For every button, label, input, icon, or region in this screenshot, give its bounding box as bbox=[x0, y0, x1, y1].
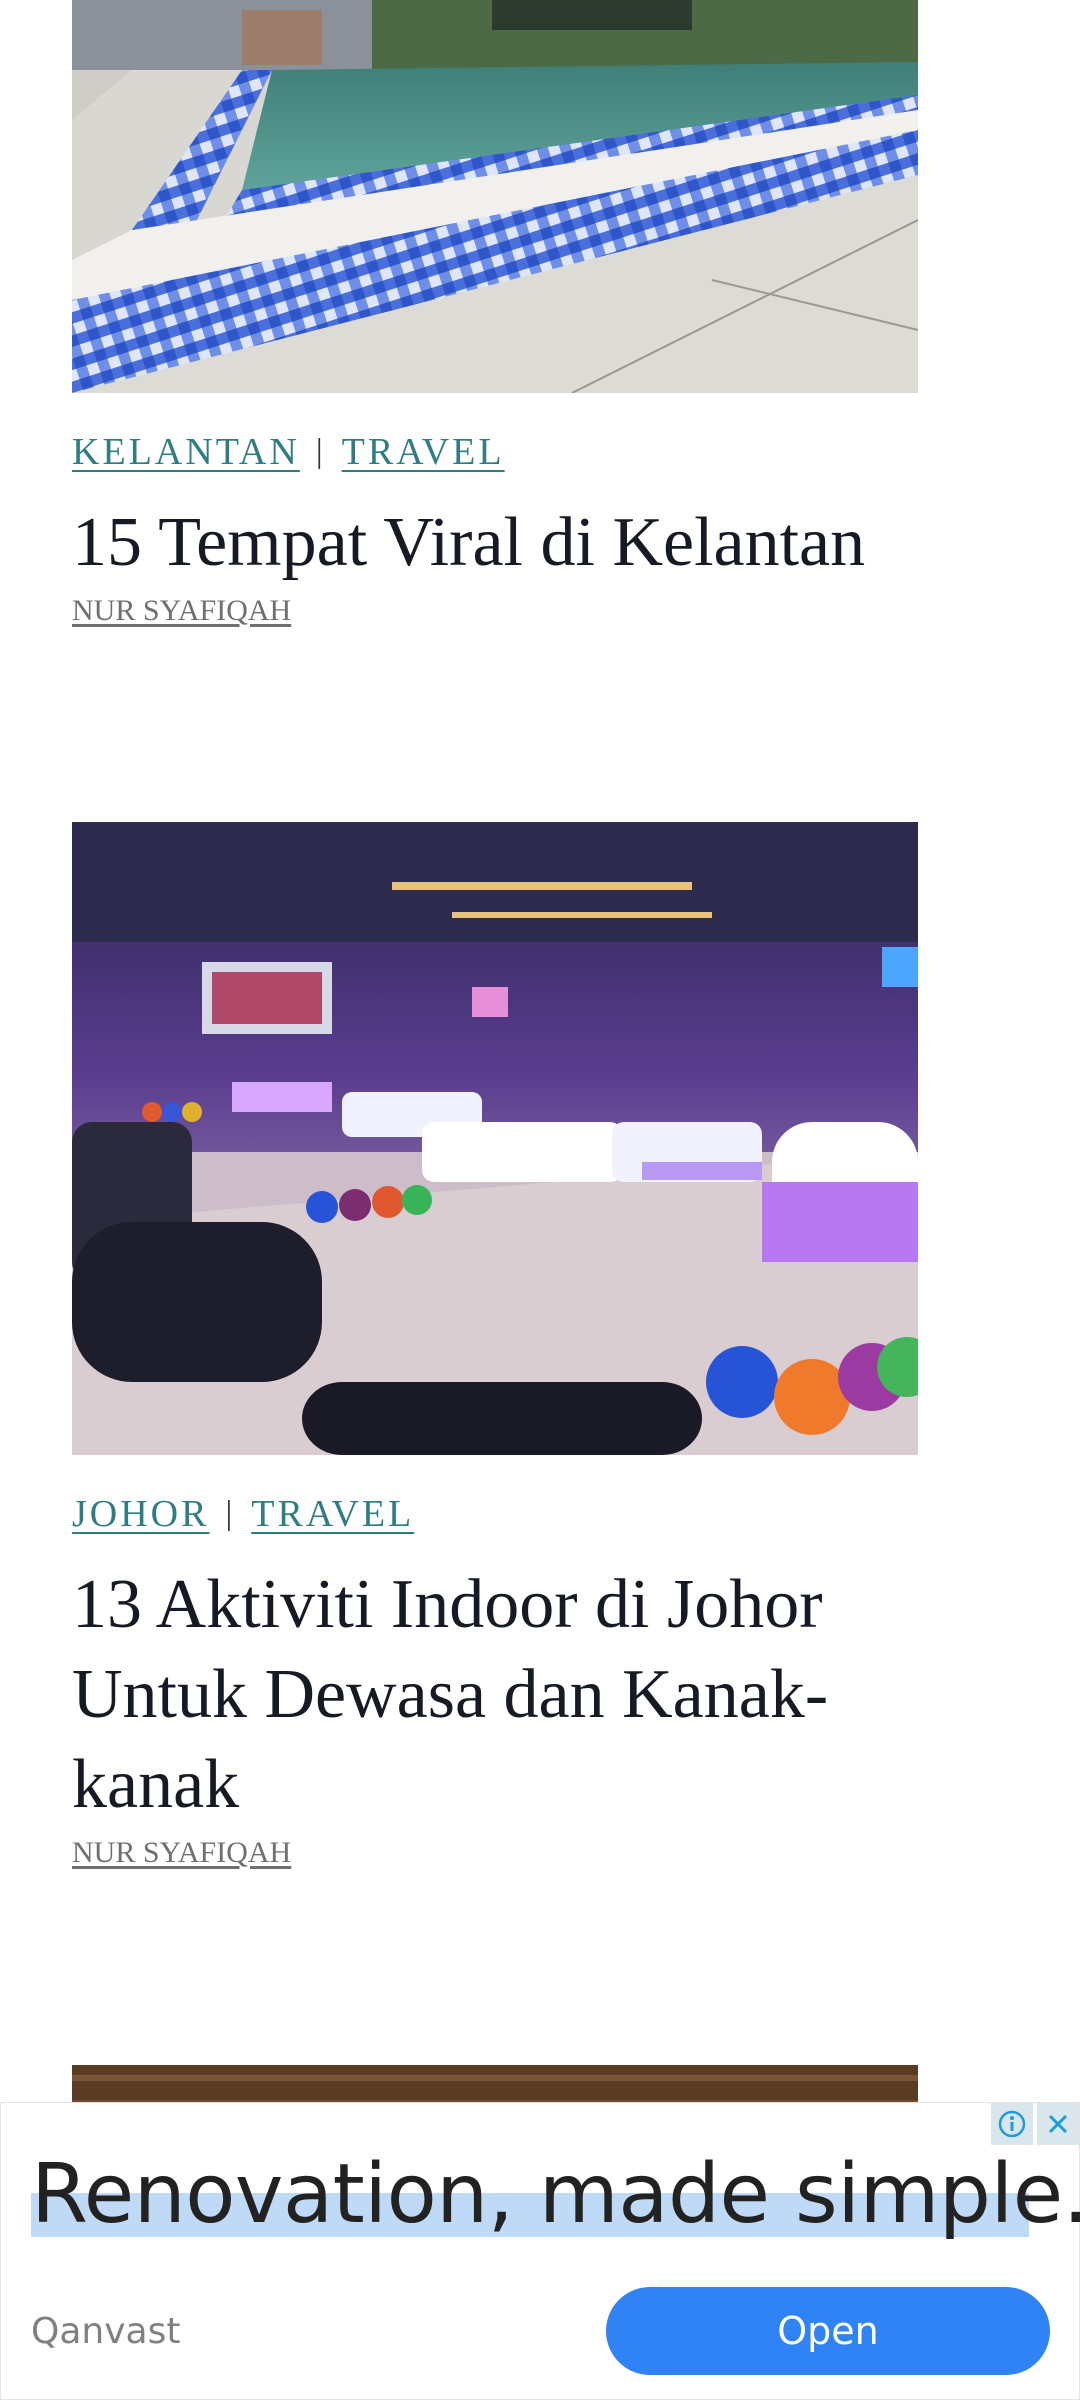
article-categories: KELANTAN | TRAVEL bbox=[72, 430, 505, 474]
category-link-travel[interactable]: TRAVEL bbox=[251, 1492, 414, 1536]
category-link-kelantan[interactable]: KELANTAN bbox=[72, 430, 300, 474]
category-separator: | bbox=[225, 1495, 236, 1532]
close-icon[interactable] bbox=[1037, 2103, 1079, 2145]
category-separator: | bbox=[315, 433, 326, 470]
ad-banner[interactable]: Renovation, made simple. Qanvast Open bbox=[0, 2102, 1080, 2400]
article-image-bowling[interactable] bbox=[72, 822, 918, 1455]
ad-controls bbox=[991, 2103, 1079, 2145]
ad-open-button[interactable]: Open bbox=[606, 2287, 1050, 2375]
ad-headline: Renovation, made simple. bbox=[31, 2147, 1080, 2242]
article-title[interactable]: 13 Aktiviti Indoor di Johor Untuk Dewasa… bbox=[72, 1560, 932, 1830]
article-author[interactable]: NUR SYAFIQAH bbox=[72, 594, 291, 628]
article-image-pool[interactable] bbox=[72, 0, 918, 393]
category-link-johor[interactable]: JOHOR bbox=[72, 1492, 209, 1536]
info-icon[interactable] bbox=[991, 2103, 1033, 2145]
article-title[interactable]: 15 Tempat Viral di Kelantan bbox=[72, 498, 932, 588]
ad-brand: Qanvast bbox=[31, 2311, 181, 2352]
category-link-travel[interactable]: TRAVEL bbox=[342, 430, 505, 474]
article-author[interactable]: NUR SYAFIQAH bbox=[72, 1836, 291, 1870]
article-categories: JOHOR | TRAVEL bbox=[72, 1492, 414, 1536]
